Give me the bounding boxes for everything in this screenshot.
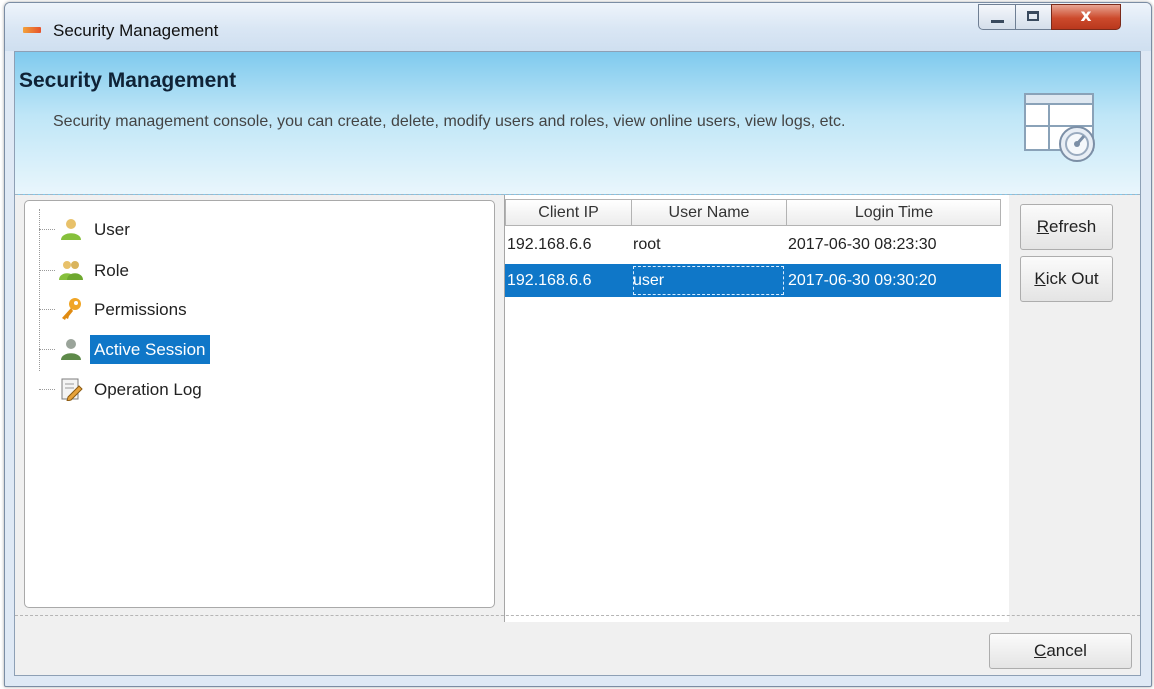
active-sessions-table: Client IP User Name Login Time 192.168.6… <box>504 195 1009 622</box>
table-row[interactable]: 192.168.6.6 user 2017-06-30 09:30:20 <box>505 264 1001 297</box>
role-icon <box>59 261 83 280</box>
header-title: Security Management <box>19 69 237 92</box>
maximize-icon <box>1027 11 1039 21</box>
close-button[interactable]: x <box>1051 4 1121 30</box>
kick-out-label: ick Out <box>1045 269 1099 288</box>
tree-item-label: Role <box>94 261 129 280</box>
kick-out-button[interactable]: Kick Out <box>1020 256 1113 302</box>
column-header-client-ip[interactable]: Client IP <box>506 200 632 225</box>
security-console-icon <box>1024 93 1095 162</box>
footer-divider <box>15 615 1140 616</box>
tree-item-label: Operation Log <box>94 380 202 399</box>
cancel-label: ancel <box>1046 641 1087 660</box>
maximize-button[interactable] <box>1015 4 1052 30</box>
header-banner: Security Management Security management … <box>15 52 1140 195</box>
tree-branch <box>39 309 55 310</box>
cell-user-name: user <box>631 264 786 297</box>
tree-branch <box>39 270 55 271</box>
refresh-label: efresh <box>1049 217 1097 236</box>
tree-connector <box>39 209 41 371</box>
window-title: Security Management <box>53 21 219 40</box>
table-header: Client IP User Name Login Time <box>505 199 1001 226</box>
header-description: Security management console, you can cre… <box>53 113 846 130</box>
cancel-button[interactable]: Cancel <box>989 633 1132 669</box>
column-header-login-time[interactable]: Login Time <box>787 200 1001 225</box>
cell-login-time: 2017-06-30 09:30:20 <box>788 272 937 289</box>
user-icon <box>61 219 81 240</box>
title-bar[interactable]: Security Management x <box>5 3 1151 51</box>
refresh-button[interactable]: Refresh <box>1020 204 1113 250</box>
tree-item-label: User <box>94 220 130 239</box>
minimize-icon <box>991 20 1004 23</box>
tree-branch <box>39 229 55 230</box>
cell-login-time: 2017-06-30 08:23:30 <box>788 236 937 253</box>
refresh-mnemonic: R <box>1036 217 1050 236</box>
tree-branch <box>39 389 55 390</box>
minimize-button[interactable] <box>978 4 1016 30</box>
session-user-icon <box>61 339 81 360</box>
security-management-window: Security Management x Security Managemen… <box>4 2 1152 687</box>
navigation-tree: User Role Permissions Active Session Ope… <box>24 200 495 608</box>
tree-item-label: Permissions <box>94 300 187 319</box>
close-icon: x <box>1080 6 1092 26</box>
cell-client-ip: 192.168.6.6 <box>507 236 592 253</box>
tree-branch <box>39 349 55 350</box>
tree-item-label: Active Session <box>90 335 210 364</box>
cell-user-name: root <box>633 236 661 253</box>
log-icon <box>61 378 83 401</box>
app-logo-icon <box>23 27 41 33</box>
column-header-user-name[interactable]: User Name <box>632 200 787 225</box>
kick-out-mnemonic: K <box>1034 269 1046 288</box>
cancel-mnemonic: C <box>1034 641 1047 660</box>
cell-client-ip: 192.168.6.6 <box>507 272 592 289</box>
dialog-body: Security Management Security management … <box>14 51 1141 676</box>
key-icon <box>62 298 81 320</box>
table-row[interactable]: 192.168.6.6 root 2017-06-30 08:23:30 <box>505 228 1001 261</box>
